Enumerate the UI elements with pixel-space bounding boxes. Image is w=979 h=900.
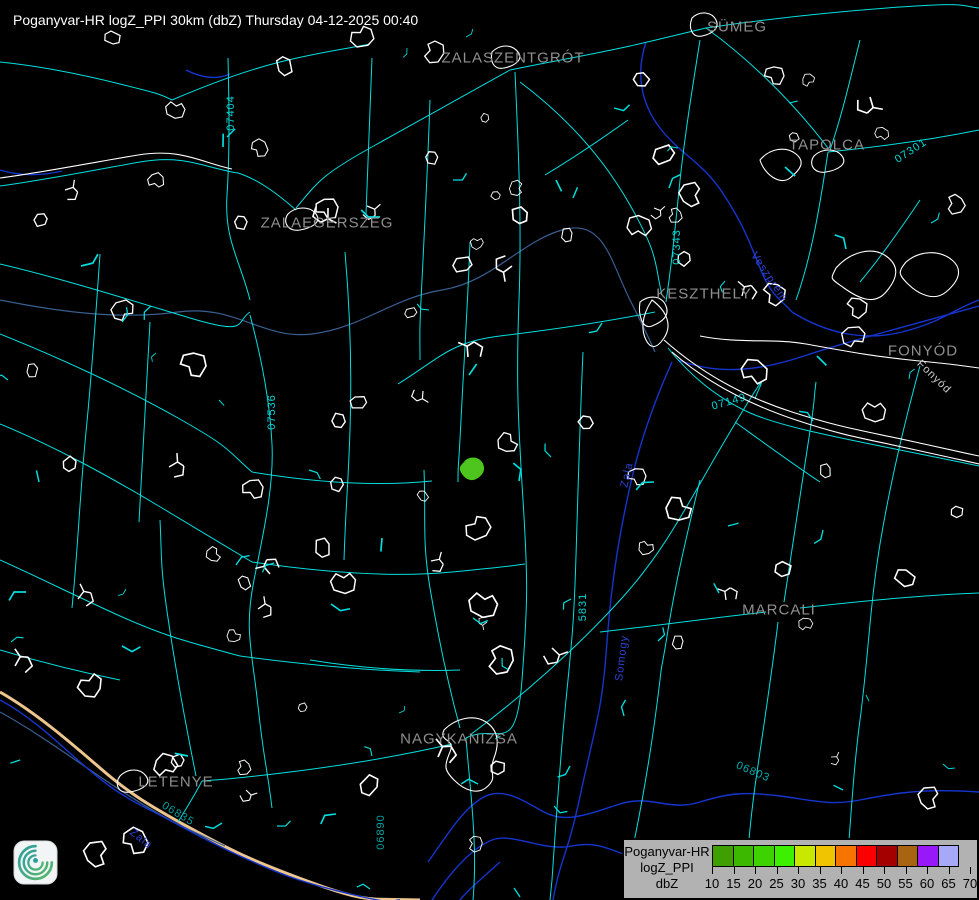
radar-echo-blob [460, 458, 484, 481]
legend-tick-label: 20 [748, 876, 762, 891]
legend-tick-mark [949, 867, 950, 874]
legend-color-cell [876, 845, 898, 867]
legend-tick-mark [798, 867, 799, 874]
river-lines-slate [0, 228, 655, 846]
legend-tick-mark [927, 867, 928, 874]
legend-title: Poganyvar-HR logZ_PPI dbZ [624, 844, 710, 892]
legend-tick-label: 70 [963, 876, 977, 891]
legend-title-line3: dbZ [624, 876, 710, 892]
legend-tick-mark [863, 867, 864, 874]
legend-tick-mark [970, 867, 971, 874]
legend-tick-mark [712, 867, 713, 874]
legend-tick-label: 50 [877, 876, 891, 891]
legend-tick-mark [820, 867, 821, 874]
legend-tick-mark [777, 867, 778, 874]
village-outlines [7, 25, 968, 870]
legend-color-cell [897, 845, 919, 867]
legend-tick-mark [734, 867, 735, 874]
legend-colorbar [712, 845, 958, 867]
met-spiral-logo [13, 840, 58, 885]
map-title: Poganyvar-HR logZ_PPI 30km (dbZ) Thursda… [13, 12, 418, 28]
legend-color-cell [733, 845, 755, 867]
legend-tick-mark [884, 867, 885, 874]
radar-map [0, 0, 979, 900]
country-border-line [0, 692, 420, 900]
legend-tick-label: 65 [941, 876, 955, 891]
legend-title-line1: Poganyvar-HR [624, 844, 710, 860]
legend-tick-label: 45 [855, 876, 869, 891]
legend-title-line2: logZ_PPI [624, 860, 710, 876]
legend-tick-mark [841, 867, 842, 874]
legend-tick-label: 25 [769, 876, 783, 891]
legend-color-cell [774, 845, 796, 867]
legend-color-cell [835, 845, 857, 867]
legend-tick-mark [906, 867, 907, 874]
legend-color-cell [938, 845, 960, 867]
legend-tick-mark [755, 867, 756, 874]
radar-map-screen: ZALASZENTGRÓTSÜMEGTAPOLCAZALAEGERSZEGKES… [0, 0, 979, 900]
road-network [0, 5, 979, 900]
legend-color-cell [794, 845, 816, 867]
legend-color-cell [753, 845, 775, 867]
legend-color-cell [917, 845, 939, 867]
shorelines-and-towns [0, 13, 979, 792]
legend-tick-label: 35 [812, 876, 826, 891]
legend-color-cell [856, 845, 878, 867]
legend-tick-label: 30 [791, 876, 805, 891]
legend-color-cell [712, 845, 734, 867]
legend-color-cell [815, 845, 837, 867]
dbz-color-legend: Poganyvar-HR logZ_PPI dbZ 10 15 20 25 30 35 40… [622, 838, 979, 900]
legend-tick-label: 55 [898, 876, 912, 891]
legend-tick-label: 40 [834, 876, 848, 891]
legend-tick-label: 60 [920, 876, 934, 891]
legend-tick-label: 15 [726, 876, 740, 891]
legend-tick-label: 10 [705, 876, 719, 891]
